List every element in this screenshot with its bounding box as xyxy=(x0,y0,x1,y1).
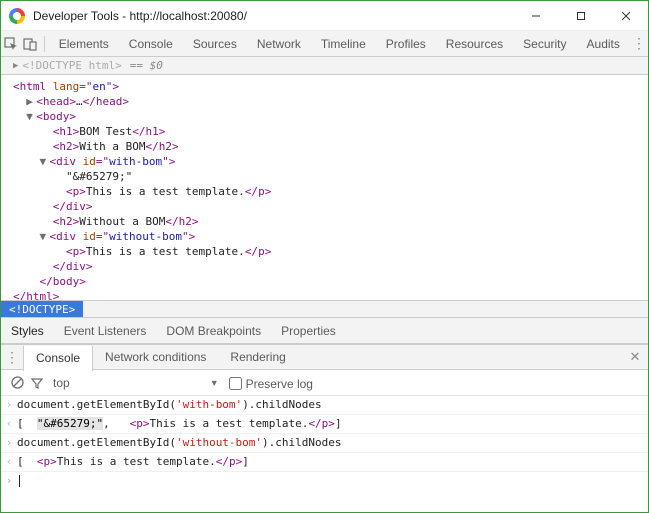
code-text: ).childNodes xyxy=(242,398,321,411)
selected-indicator: == $0 xyxy=(130,59,163,72)
tab-elements[interactable]: Elements xyxy=(49,31,119,56)
result-text: This is a test template. xyxy=(149,417,308,430)
dropdown-icon[interactable]: ▼ xyxy=(210,378,219,388)
bracket: ] xyxy=(335,417,342,430)
collapse-icon[interactable]: ▶ xyxy=(13,61,18,71)
drawer-tab-rendering[interactable]: Rendering xyxy=(218,345,297,369)
dom-tree[interactable]: <html lang="en"> ▶<head>…</head> ▼<body>… xyxy=(1,75,648,300)
code-text: document.getElementById( xyxy=(17,398,176,411)
preserve-log-checkbox[interactable] xyxy=(229,377,242,390)
subtab-styles[interactable]: Styles xyxy=(1,318,54,343)
bracket: [ xyxy=(17,455,37,468)
node-path-bar: ▶ <!DOCTYPE html> == $0 xyxy=(1,57,648,75)
inspect-icon[interactable] xyxy=(1,31,21,56)
h2-text: With a BOM xyxy=(79,140,145,153)
device-icon[interactable] xyxy=(21,31,41,56)
result-tag: </p> xyxy=(308,417,335,430)
window-controls xyxy=(513,1,648,30)
result-tag: </p> xyxy=(216,455,243,468)
p-text: This is a test template. xyxy=(86,185,245,198)
drawer-drag-icon[interactable]: ⋮ xyxy=(1,349,23,366)
bracket: [ xyxy=(17,417,37,430)
maximize-button[interactable] xyxy=(558,1,603,30)
preserve-log-text: Preserve log xyxy=(246,377,313,391)
console-input[interactable] xyxy=(17,473,648,489)
tab-security[interactable]: Security xyxy=(513,31,576,56)
drawer-header: ⋮ Console Network conditions Rendering ✕ xyxy=(1,344,648,370)
preserve-log-label[interactable]: Preserve log xyxy=(229,375,313,391)
subtab-dom-breakpoints[interactable]: DOM Breakpoints xyxy=(156,318,271,343)
code-text: ).childNodes xyxy=(262,436,341,449)
tab-sources[interactable]: Sources xyxy=(183,31,247,56)
tab-timeline[interactable]: Timeline xyxy=(311,31,376,56)
result-tag: <p> xyxy=(37,455,57,468)
panel-tabs: Elements Console Sources Network Timelin… xyxy=(49,31,630,56)
subtab-properties[interactable]: Properties xyxy=(271,318,346,343)
tab-profiles[interactable]: Profiles xyxy=(376,31,436,56)
highlighted-text: "&#65279;" xyxy=(37,417,103,430)
minimize-button[interactable] xyxy=(513,1,558,30)
console-output[interactable]: › document.getElementById('with-bom').ch… xyxy=(1,396,648,490)
tab-network[interactable]: Network xyxy=(247,31,311,56)
window-title: Developer Tools - http://localhost:20080… xyxy=(33,9,513,23)
result-text: This is a test template. xyxy=(57,455,216,468)
comma: , xyxy=(103,417,130,430)
sidebar-tabs: Styles Event Listeners DOM Breakpoints P… xyxy=(1,318,648,344)
console-toolbar: top ▼ Preserve log xyxy=(1,370,648,396)
close-button[interactable] xyxy=(603,1,648,30)
h1-text: BOM Test xyxy=(79,125,132,138)
input-marker-icon: › xyxy=(1,397,17,413)
bracket: ] xyxy=(242,455,249,468)
prompt-icon: › xyxy=(1,473,17,489)
output-marker-icon: ‹ xyxy=(1,454,17,470)
separator xyxy=(44,36,45,52)
input-marker-icon: › xyxy=(1,435,17,451)
ellipsis: … xyxy=(76,95,83,108)
result-tag: <p> xyxy=(130,417,150,430)
devtools-toolbar: Elements Console Sources Network Timelin… xyxy=(1,31,648,57)
output-marker-icon: ‹ xyxy=(1,416,17,432)
clear-console-icon[interactable] xyxy=(7,376,27,389)
bom-text-node: "&#65279;" xyxy=(66,170,132,183)
breadcrumb-chip[interactable]: <!DOCTYPE> xyxy=(1,301,83,317)
breadcrumb-strip: <!DOCTYPE> xyxy=(1,300,648,318)
h2-text-2: Without a BOM xyxy=(79,215,165,228)
p-text-2: This is a test template. xyxy=(86,245,245,258)
drawer-tab-network-conditions[interactable]: Network conditions xyxy=(93,345,218,369)
code-text: document.getElementById( xyxy=(17,436,176,449)
tab-audits[interactable]: Audits xyxy=(577,31,630,56)
tab-resources[interactable]: Resources xyxy=(436,31,513,56)
subtab-event-listeners[interactable]: Event Listeners xyxy=(54,318,157,343)
drawer-close-icon[interactable]: ✕ xyxy=(622,349,648,365)
code-string: 'without-bom' xyxy=(176,436,262,449)
chrome-icon xyxy=(9,8,25,24)
filter-icon[interactable] xyxy=(27,377,47,389)
code-string: 'with-bom' xyxy=(176,398,242,411)
context-selector[interactable]: top xyxy=(53,376,70,390)
window-titlebar: Developer Tools - http://localhost:20080… xyxy=(1,1,648,31)
more-icon[interactable]: ⋮ xyxy=(630,35,648,52)
drawer-tab-console[interactable]: Console xyxy=(23,346,93,371)
tab-console[interactable]: Console xyxy=(119,31,183,56)
doctype-text: <!DOCTYPE html> xyxy=(22,59,121,72)
